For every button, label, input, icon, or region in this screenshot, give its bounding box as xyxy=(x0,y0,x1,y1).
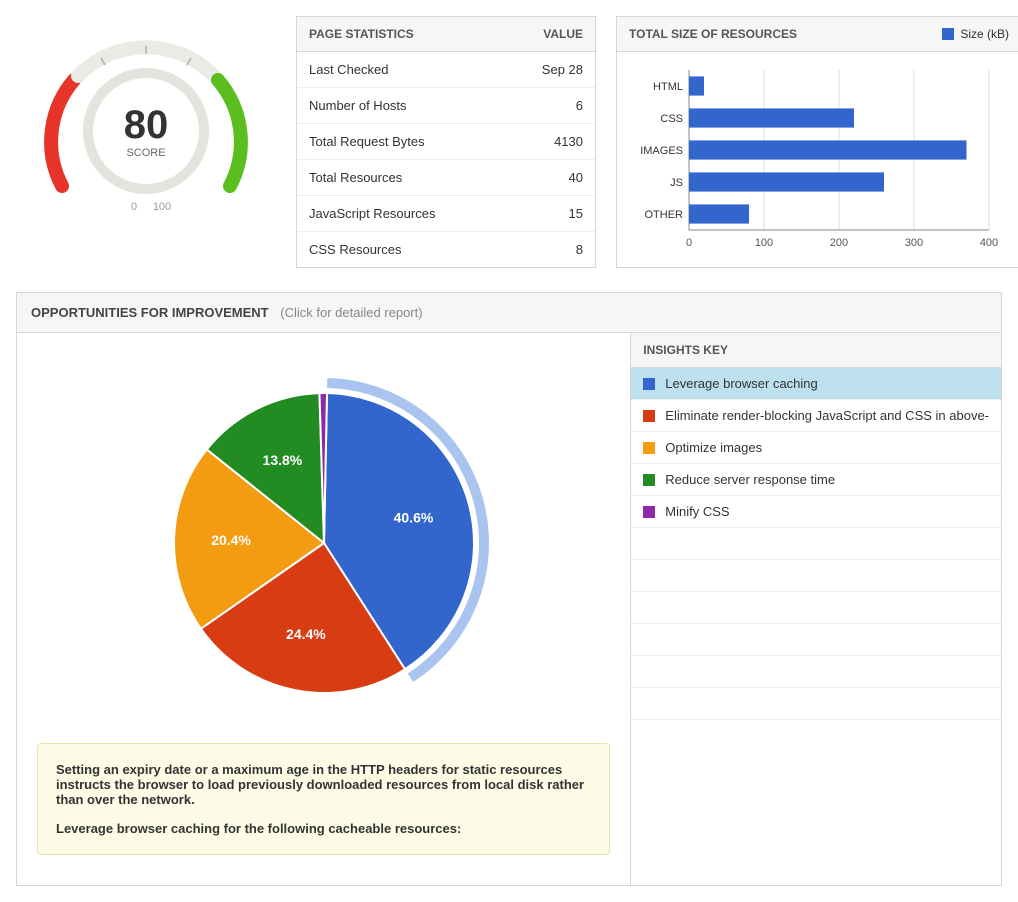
svg-text:100: 100 xyxy=(755,237,773,249)
svg-text:CSS: CSS xyxy=(660,113,683,125)
improve-sub[interactable]: (Click for detailed report) xyxy=(280,305,422,320)
key-swatch-icon xyxy=(643,474,655,486)
insights-key-item-empty xyxy=(631,688,1001,720)
stats-row: Last Checked Sep 28 xyxy=(297,52,595,88)
svg-text:IMAGES: IMAGES xyxy=(640,145,683,157)
stats-row: Total Resources 40 xyxy=(297,160,595,196)
insights-key-item-empty xyxy=(631,624,1001,656)
bar-chart: 0 100 200 300 400 HTML CSS IMAGES JS OTHER xyxy=(629,60,1009,260)
legend-swatch-icon xyxy=(942,28,954,40)
gauge-label: SCORE xyxy=(126,147,165,159)
bar-chart-header: TOTAL SIZE OF RESOURCES xyxy=(629,27,797,41)
insights-key-item[interactable]: Optimize images xyxy=(631,432,1001,464)
svg-text:JS: JS xyxy=(670,177,683,189)
improve-header: OPPORTUNITIES FOR IMPROVEMENT xyxy=(31,305,269,320)
insights-key-item[interactable]: Minify CSS xyxy=(631,496,1001,528)
insights-key-item[interactable]: Reduce server response time xyxy=(631,464,1001,496)
key-label: Eliminate render-blocking JavaScript and… xyxy=(665,408,989,423)
svg-text:40.6%: 40.6% xyxy=(393,510,433,526)
stats-row: Number of Hosts 6 xyxy=(297,88,595,124)
stats-header: PAGE STATISTICS xyxy=(309,27,414,41)
svg-text:13.8%: 13.8% xyxy=(262,452,302,468)
svg-text:24.4%: 24.4% xyxy=(286,626,326,642)
opportunities-panel: OPPORTUNITIES FOR IMPROVEMENT (Click for… xyxy=(16,292,1002,886)
svg-text:200: 200 xyxy=(830,237,848,249)
score-gauge: 80 SCORE 0 100 xyxy=(16,16,276,268)
svg-text:20.4%: 20.4% xyxy=(211,532,251,548)
svg-text:OTHER: OTHER xyxy=(645,209,684,221)
key-label: Reduce server response time xyxy=(665,472,835,487)
stats-value: 8 xyxy=(576,242,583,257)
stats-name: JavaScript Resources xyxy=(309,206,435,221)
key-label: Minify CSS xyxy=(665,504,729,519)
key-swatch-icon xyxy=(643,378,655,390)
page-statistics-panel: PAGE STATISTICS VALUE Last Checked Sep 28… xyxy=(296,16,596,268)
stats-value: 4130 xyxy=(554,134,583,149)
stats-value: 6 xyxy=(576,98,583,113)
key-swatch-icon xyxy=(643,442,655,454)
gauge-max: 100 xyxy=(153,201,171,213)
key-swatch-icon xyxy=(643,410,655,422)
pie-chart: 40.6% 24.4% 20.4% 13.8% xyxy=(114,363,534,723)
stats-value-header: VALUE xyxy=(543,27,583,41)
insight-hint-box: Setting an expiry date or a maximum age … xyxy=(37,743,610,855)
stats-value: Sep 28 xyxy=(542,62,583,77)
stats-row: Total Request Bytes 4130 xyxy=(297,124,595,160)
stats-name: CSS Resources xyxy=(309,242,401,257)
insights-key-item[interactable]: Leverage browser caching xyxy=(631,368,1001,400)
key-swatch-icon xyxy=(643,506,655,518)
stats-name: Total Resources xyxy=(309,170,402,185)
svg-text:HTML: HTML xyxy=(653,81,683,93)
resources-bar-panel: TOTAL SIZE OF RESOURCES Size (kB) 0 100 20… xyxy=(616,16,1018,268)
gauge-min: 0 xyxy=(131,201,137,213)
svg-text:400: 400 xyxy=(980,237,998,249)
insights-key-item-empty xyxy=(631,560,1001,592)
insights-key-item-empty xyxy=(631,528,1001,560)
bar-legend: Size (kB) xyxy=(942,27,1009,41)
stats-row: CSS Resources 8 xyxy=(297,232,595,267)
hint-leverage-text: Leverage browser caching for the followi… xyxy=(56,821,591,836)
svg-text:0: 0 xyxy=(686,237,692,249)
insights-key-item-empty xyxy=(631,592,1001,624)
stats-value: 40 xyxy=(569,170,583,185)
key-label: Optimize images xyxy=(665,440,762,455)
stats-name: Total Request Bytes xyxy=(309,134,425,149)
stats-name: Number of Hosts xyxy=(309,98,407,113)
insights-key-item[interactable]: Eliminate render-blocking JavaScript and… xyxy=(631,400,1001,432)
stats-name: Last Checked xyxy=(309,62,389,77)
insights-key-item-empty xyxy=(631,656,1001,688)
stats-row: JavaScript Resources 15 xyxy=(297,196,595,232)
key-label: Leverage browser caching xyxy=(665,376,817,391)
hint-main-text: Setting an expiry date or a maximum age … xyxy=(56,762,584,807)
svg-text:300: 300 xyxy=(905,237,923,249)
gauge-score: 80 xyxy=(124,103,169,147)
stats-value: 15 xyxy=(569,206,583,221)
insights-key-header: INSIGHTS KEY xyxy=(631,333,1001,368)
insights-key-panel: INSIGHTS KEY Leverage browser caching Eli… xyxy=(631,333,1001,885)
